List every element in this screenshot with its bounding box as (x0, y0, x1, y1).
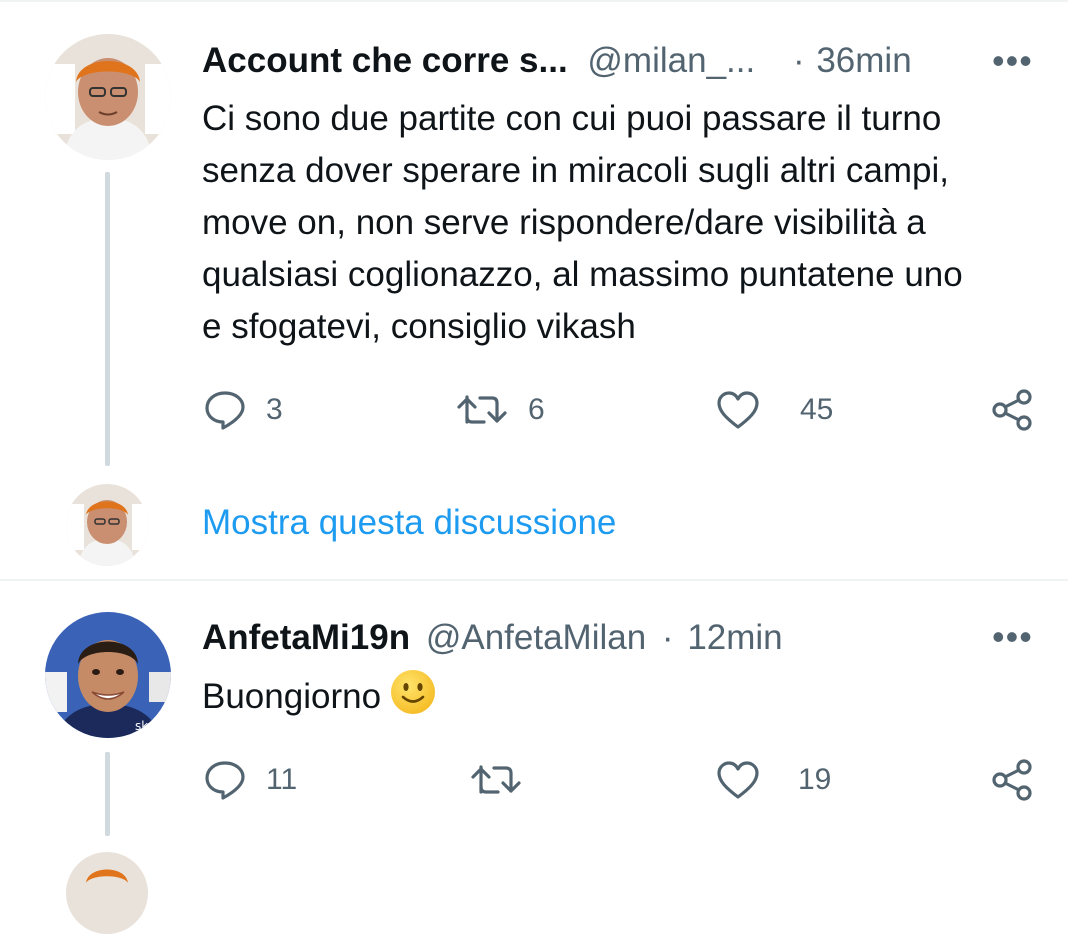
svg-text:sky: sky (135, 719, 155, 733)
tweet-text: Buongiorno (202, 670, 436, 723)
next-avatar[interactable] (66, 852, 148, 934)
like-count: 19 (798, 763, 832, 796)
retweet-count: 6 (528, 393, 545, 426)
handle[interactable]: @AnfetaMilan (426, 618, 646, 657)
retweet-button[interactable] (470, 762, 542, 798)
reply-icon (205, 761, 245, 800)
retweet-icon (471, 765, 521, 794)
timestamp[interactable]: 36min (816, 41, 911, 80)
heart-icon (717, 761, 759, 799)
slightly-smiling-face-emoji (391, 670, 436, 714)
share-icon (992, 759, 1032, 801)
more-icon[interactable]: ••• (992, 43, 1033, 79)
reply-count: 3 (266, 393, 283, 426)
share-button[interactable] (990, 388, 1034, 432)
avatar[interactable] (45, 34, 171, 160)
top-divider (0, 0, 1068, 2)
tweet-text: Ci sono due partite con cui puoi passare… (202, 93, 1042, 353)
reply-icon (205, 391, 245, 430)
more-icon[interactable]: ••• (992, 619, 1033, 655)
reply-button[interactable]: 3 (204, 390, 283, 430)
tweet-header: Account che corre s... @milan_... · 36mi… (202, 40, 912, 82)
retweet-icon (457, 395, 507, 424)
text-line: Buongiorno (202, 677, 382, 716)
separator-dot: · (792, 41, 805, 80)
like-button[interactable]: 45 (716, 390, 833, 430)
text-line: qualsiasi coglionazzo, al massimo puntat… (202, 255, 963, 294)
tweet-header: AnfetaMi19n @AnfetaMilan · 12min (202, 617, 783, 659)
thread-avatar[interactable] (66, 484, 148, 566)
display-name[interactable]: Account che corre s... (202, 41, 568, 80)
avatar[interactable]: sky (45, 612, 171, 738)
show-thread-link[interactable]: Mostra questa discussione (202, 503, 616, 543)
handle[interactable]: @milan_... (587, 41, 755, 80)
share-icon (992, 389, 1032, 431)
retweet-button[interactable]: 6 (456, 392, 545, 428)
share-button[interactable] (990, 758, 1034, 802)
separator-dot: · (661, 618, 674, 657)
heart-icon (717, 391, 759, 429)
tweet-divider (0, 579, 1068, 581)
text-line: senza dover sperare in miracoli sugli al… (202, 151, 949, 190)
text-line: Ci sono due partite con cui puoi passare… (202, 99, 942, 138)
like-count: 45 (800, 393, 834, 426)
reply-count: 11 (266, 763, 298, 796)
reply-button[interactable]: 11 (204, 760, 297, 800)
thread-line (105, 752, 110, 836)
timestamp[interactable]: 12min (687, 618, 782, 657)
thread-line (105, 172, 110, 466)
display-name[interactable]: AnfetaMi19n (202, 618, 410, 657)
text-line: move on, non serve rispondere/dare visib… (202, 203, 926, 242)
text-line: e sfogatevi, consiglio vikash (202, 307, 636, 346)
like-button[interactable]: 19 (716, 760, 831, 800)
